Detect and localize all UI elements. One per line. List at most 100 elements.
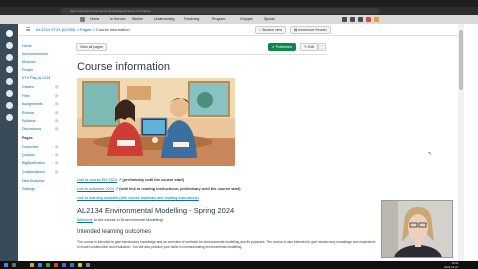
bookmark-item[interactable]: Sjunde <box>264 16 275 23</box>
extension-icon[interactable] <box>342 17 347 22</box>
hamburger-icon[interactable]: ☰ <box>26 26 30 34</box>
course-pm-note: (preliminary until the course start) <box>122 178 185 182</box>
help-icon[interactable] <box>6 114 13 121</box>
course-nav-item[interactable]: New Analytics <box>22 178 44 184</box>
hidden-visibility-icon: ◎ <box>55 110 59 115</box>
course-nav-item[interactable]: Grades <box>22 84 34 90</box>
learning-outcomes-heading: Intended learning outcomes <box>77 229 152 235</box>
course-nav-item[interactable]: Assignments <box>22 101 43 107</box>
schedule-line: Link to schedule 2024 ↗ (with link to re… <box>77 187 241 192</box>
course-pm-link[interactable]: Link to course-PM 2024 <box>77 178 117 182</box>
course-nav-item[interactable]: Quizzes <box>22 152 35 158</box>
schedule-link[interactable]: Link to schedule 2024 <box>77 187 114 191</box>
divider <box>76 54 328 55</box>
webcam-overlay <box>381 200 453 258</box>
bookmark-item[interactable]: Grupper <box>240 16 253 23</box>
hidden-visibility-icon: ◎ <box>55 93 59 98</box>
extension-icon[interactable] <box>350 17 355 22</box>
bookmark-item[interactable]: Undervisning <box>154 16 174 23</box>
welcome-text: to the course in Environmental Modelling… <box>93 218 164 222</box>
hidden-visibility-icon: ◎ <box>55 126 59 131</box>
course-nav-item[interactable]: Syllabus <box>22 118 36 124</box>
hidden-visibility-icon: ◎ <box>55 118 59 123</box>
breadcrumb-separator: > <box>76 27 79 32</box>
course-nav-item[interactable]: Pages <box>22 135 33 141</box>
hidden-visibility-icon: ◎ <box>55 101 59 106</box>
teams-icon[interactable] <box>62 263 66 267</box>
course-nav-item[interactable]: People <box>22 67 33 73</box>
course-nav-item[interactable]: BigBlueButton <box>22 160 45 166</box>
learning-modules-line: Link to learning modules (with course ma… <box>77 196 199 201</box>
calendar-icon[interactable] <box>6 78 13 85</box>
notification-icon[interactable] <box>366 17 371 22</box>
course-nav-item[interactable]: Settings <box>22 186 35 192</box>
courses-icon[interactable] <box>6 66 13 73</box>
app-icon[interactable] <box>86 263 90 267</box>
course-heading: AL2134 Environmental Modelling - Spring … <box>77 206 235 215</box>
browser-icon[interactable] <box>38 263 42 267</box>
immersive-reader-button[interactable]: ▤ Immersive Reader <box>290 26 331 34</box>
extension-icon[interactable] <box>358 17 363 22</box>
browser-tab-bar <box>0 0 478 7</box>
course-nav-item[interactable]: Discussions <box>22 126 41 132</box>
breadcrumb-current: Course information <box>95 27 130 32</box>
hidden-visibility-icon: ◎ <box>55 152 59 157</box>
search-icon[interactable] <box>12 263 16 267</box>
folder-icon[interactable] <box>30 263 34 267</box>
app-icon[interactable] <box>54 263 58 267</box>
breadcrumb-course[interactable]: AL2134 VT24 (61390) <box>36 27 75 32</box>
course-nav-item[interactable]: KTH Play AL2134 <box>22 75 50 81</box>
bookmark-item[interactable]: In Service <box>110 16 126 23</box>
edit-button[interactable]: ✎ Edit <box>300 43 319 51</box>
scrollbar-thumb[interactable] <box>459 30 463 90</box>
hidden-visibility-icon: ◎ <box>55 169 59 174</box>
dashboard-icon[interactable] <box>6 54 13 61</box>
learning-outcomes-paragraph: The course is intended to give introduct… <box>77 240 376 249</box>
welcome-link[interactable]: Welcome <box>77 218 93 222</box>
outlook-icon[interactable] <box>70 263 74 267</box>
bookmarks-bar <box>0 15 478 24</box>
course-nav-item[interactable]: Outcomes <box>22 144 38 150</box>
edit-label: Edit <box>308 45 315 49</box>
history-icon[interactable] <box>6 102 13 109</box>
view-all-pages-button[interactable]: View all pages <box>76 43 108 51</box>
more-options-button[interactable]: ⋮ <box>318 43 326 51</box>
start-icon[interactable] <box>4 263 8 267</box>
course-nav-item[interactable]: Collaborations <box>22 169 45 175</box>
student-view-label: Student view <box>261 28 282 32</box>
bookmark-item[interactable]: Program <box>212 16 225 23</box>
course-nav-item[interactable]: Home <box>22 43 32 49</box>
breadcrumb-pages[interactable]: Pages <box>80 27 91 32</box>
hidden-visibility-icon: ◎ <box>55 84 59 89</box>
learning-modules-link[interactable]: Link to learning modules (with course ma… <box>77 196 199 200</box>
bookmark-item[interactable]: Home <box>90 16 99 23</box>
course-nav-item[interactable]: Announcements <box>22 51 48 57</box>
welcome-line: Welcome to the course in Environmental M… <box>77 218 163 223</box>
published-button[interactable]: ✔ Published <box>268 43 296 51</box>
hidden-visibility-icon: ◎ <box>55 144 59 149</box>
address-bar[interactable]: https://canvas.bth.se/courses/6190/pages… <box>60 8 380 14</box>
app-icon[interactable] <box>46 263 50 267</box>
inbox-icon[interactable] <box>6 90 13 97</box>
course-nav-item[interactable]: Rubrics <box>22 110 34 116</box>
course-pm-line: Link to course-PM 2024 ↗ (preliminary un… <box>77 178 184 183</box>
hidden-visibility-icon: ◎ <box>55 160 59 165</box>
course-hero-image <box>77 78 235 166</box>
institution-logo-icon[interactable] <box>6 30 13 37</box>
app-icon[interactable] <box>78 263 82 267</box>
course-nav-item[interactable]: Modules <box>22 59 36 65</box>
bookmark-item[interactable]: Studier <box>132 16 143 23</box>
profile-icon[interactable] <box>80 17 85 22</box>
bookmark-item[interactable]: Forskning <box>184 16 199 23</box>
account-icon[interactable] <box>6 42 13 49</box>
breadcrumb: AL2134 VT24 (61390) > Pages > Course inf… <box>36 26 130 34</box>
extension-icon[interactable] <box>374 17 379 22</box>
immersive-reader-label: Immersive Reader <box>298 28 327 32</box>
cursor-icon: ↖ <box>428 151 433 157</box>
taskbar-clock: 16:52 2024-03-21 <box>444 261 458 269</box>
schedule-note: (with link to reading instructions; prel… <box>119 187 241 191</box>
published-label: Published <box>276 45 292 49</box>
page-title: Course information <box>77 61 170 73</box>
course-nav-item[interactable]: Files <box>22 93 30 99</box>
student-view-button[interactable]: ⌕ Student view <box>255 26 286 34</box>
